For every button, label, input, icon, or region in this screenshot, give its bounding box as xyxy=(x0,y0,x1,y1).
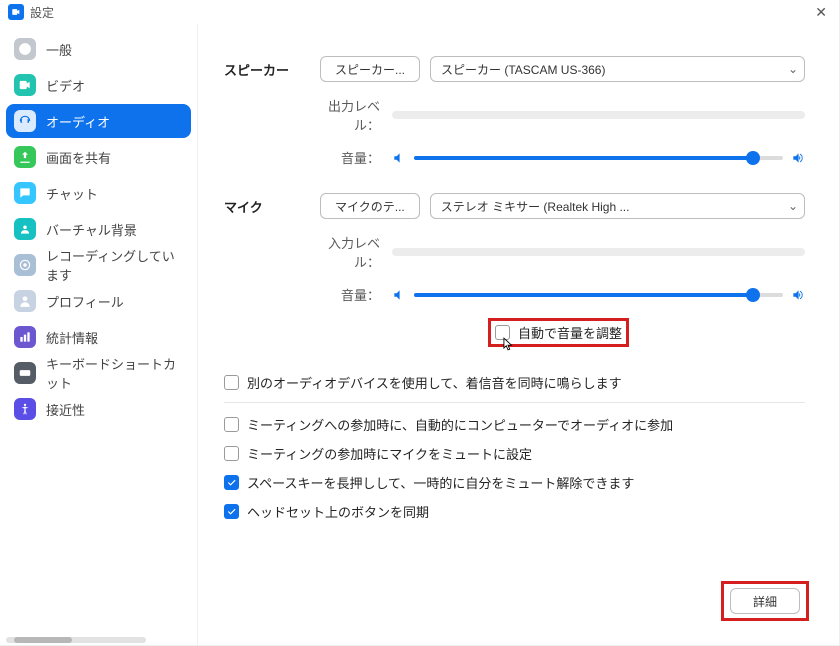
sidebar-item-profile[interactable]: プロフィール xyxy=(6,284,191,318)
sidebar-item-label: チャット xyxy=(46,184,98,203)
video-icon xyxy=(14,74,36,96)
sidebar: 一般 ビデオ オーディオ 画面を共有 チャット バーチャル背景 レコーディングし… xyxy=(0,24,198,645)
volume-low-icon xyxy=(392,151,406,165)
sidebar-item-label: ビデオ xyxy=(46,76,85,95)
sidebar-item-accessibility[interactable]: 接近性 xyxy=(6,392,191,426)
sidebar-item-chat[interactable]: チャット xyxy=(6,176,191,210)
test-mic-button[interactable]: マイクのテ... xyxy=(320,193,420,219)
sidebar-item-label: 接近性 xyxy=(46,400,85,419)
volume-low-icon xyxy=(392,288,406,302)
sidebar-item-statistics[interactable]: 統計情報 xyxy=(6,320,191,354)
volume-high-icon xyxy=(791,151,805,165)
divider xyxy=(224,402,805,403)
sidebar-item-recording[interactable]: レコーディングしています xyxy=(6,248,191,282)
bottom-bar: 詳細 xyxy=(721,581,809,621)
speaker-device-dropdown[interactable]: スピーカー (TASCAM US-366) ⌄ xyxy=(430,56,805,82)
stats-icon xyxy=(14,326,36,348)
advanced-button[interactable]: 詳細 xyxy=(730,588,800,614)
sidebar-item-label: プロフィール xyxy=(46,292,124,311)
chevron-down-icon: ⌄ xyxy=(788,62,798,76)
record-icon xyxy=(14,254,36,276)
sidebar-item-label: 一般 xyxy=(46,40,72,59)
sidebar-item-label: レコーディングしています xyxy=(46,246,183,284)
window-title: 設定 xyxy=(30,4,811,21)
speaker-section: スピーカー スピーカー... スピーカー (TASCAM US-366) ⌄ 出… xyxy=(224,56,805,167)
mute-on-join-checkbox[interactable] xyxy=(224,446,239,461)
sidebar-item-label: 画面を共有 xyxy=(46,148,111,167)
profile-icon xyxy=(14,290,36,312)
sidebar-item-keyboard[interactable]: キーボードショートカット xyxy=(6,356,191,390)
auto-join-audio-checkbox[interactable] xyxy=(224,417,239,432)
sidebar-item-audio[interactable]: オーディオ xyxy=(6,104,191,138)
mic-input-meter xyxy=(392,248,805,256)
mic-heading: マイク xyxy=(224,197,320,216)
mic-volume-slider[interactable] xyxy=(414,288,783,302)
output-level-label: 出力レベル： xyxy=(320,96,392,134)
speaker-heading: スピーカー xyxy=(224,60,320,79)
audio-icon xyxy=(14,110,36,132)
virtual-bg-icon xyxy=(14,218,36,240)
accessibility-icon xyxy=(14,398,36,420)
input-level-label: 入力レベル： xyxy=(320,233,392,271)
sidebar-scrollbar[interactable] xyxy=(6,637,146,643)
close-icon[interactable]: ✕ xyxy=(811,4,831,21)
mute-on-join-option[interactable]: ミーティングの参加時にマイクをミュートに設定 xyxy=(224,444,805,463)
audio-settings-panel: スピーカー スピーカー... スピーカー (TASCAM US-366) ⌄ 出… xyxy=(198,24,839,645)
headset-sync-option[interactable]: ヘッドセット上のボタンを同期 xyxy=(224,502,805,521)
highlight-auto-adjust: 自動で音量を調整 xyxy=(488,318,629,347)
sidebar-item-virtual-bg[interactable]: バーチャル背景 xyxy=(6,212,191,246)
sidebar-item-general[interactable]: 一般 xyxy=(6,32,191,66)
headset-sync-checkbox[interactable] xyxy=(224,504,239,519)
keyboard-icon xyxy=(14,362,36,384)
sidebar-item-label: キーボードショートカット xyxy=(46,354,183,392)
space-unmute-option[interactable]: スペースキーを長押しして、一時的に自分をミュート解除できます xyxy=(224,473,805,492)
sidebar-item-label: オーディオ xyxy=(46,112,110,131)
general-icon xyxy=(14,38,36,60)
auto-join-audio-option[interactable]: ミーティングへの参加時に、自動的にコンピューターでオーディオに参加 xyxy=(224,415,805,434)
test-speaker-button[interactable]: スピーカー... xyxy=(320,56,420,82)
chevron-down-icon: ⌄ xyxy=(788,199,798,213)
speaker-volume-slider[interactable] xyxy=(414,151,783,165)
cursor-icon xyxy=(501,335,515,353)
highlight-advanced: 詳細 xyxy=(721,581,809,621)
ring-separate-checkbox[interactable] xyxy=(224,375,239,390)
auto-adjust-label: 自動で音量を調整 xyxy=(518,323,622,342)
zoom-app-icon xyxy=(8,4,24,20)
sidebar-item-label: 統計情報 xyxy=(46,328,98,347)
volume-high-icon xyxy=(791,288,805,302)
titlebar: 設定 ✕ xyxy=(0,0,839,24)
mic-device-dropdown[interactable]: ステレオ ミキサー (Realtek High ... ⌄ xyxy=(430,193,805,219)
sidebar-item-share-screen[interactable]: 画面を共有 xyxy=(6,140,191,174)
speaker-output-meter xyxy=(392,111,805,119)
space-unmute-checkbox[interactable] xyxy=(224,475,239,490)
sidebar-item-label: バーチャル背景 xyxy=(46,220,137,239)
mic-volume-label: 音量： xyxy=(320,285,392,304)
sidebar-item-video[interactable]: ビデオ xyxy=(6,68,191,102)
chat-icon xyxy=(14,182,36,204)
ring-separate-option[interactable]: 別のオーディオデバイスを使用して、着信音を同時に鳴らします xyxy=(224,373,805,392)
mic-section: マイク マイクのテ... ステレオ ミキサー (Realtek High ...… xyxy=(224,193,805,347)
share-icon xyxy=(14,146,36,168)
speaker-volume-label: 音量： xyxy=(320,148,392,167)
